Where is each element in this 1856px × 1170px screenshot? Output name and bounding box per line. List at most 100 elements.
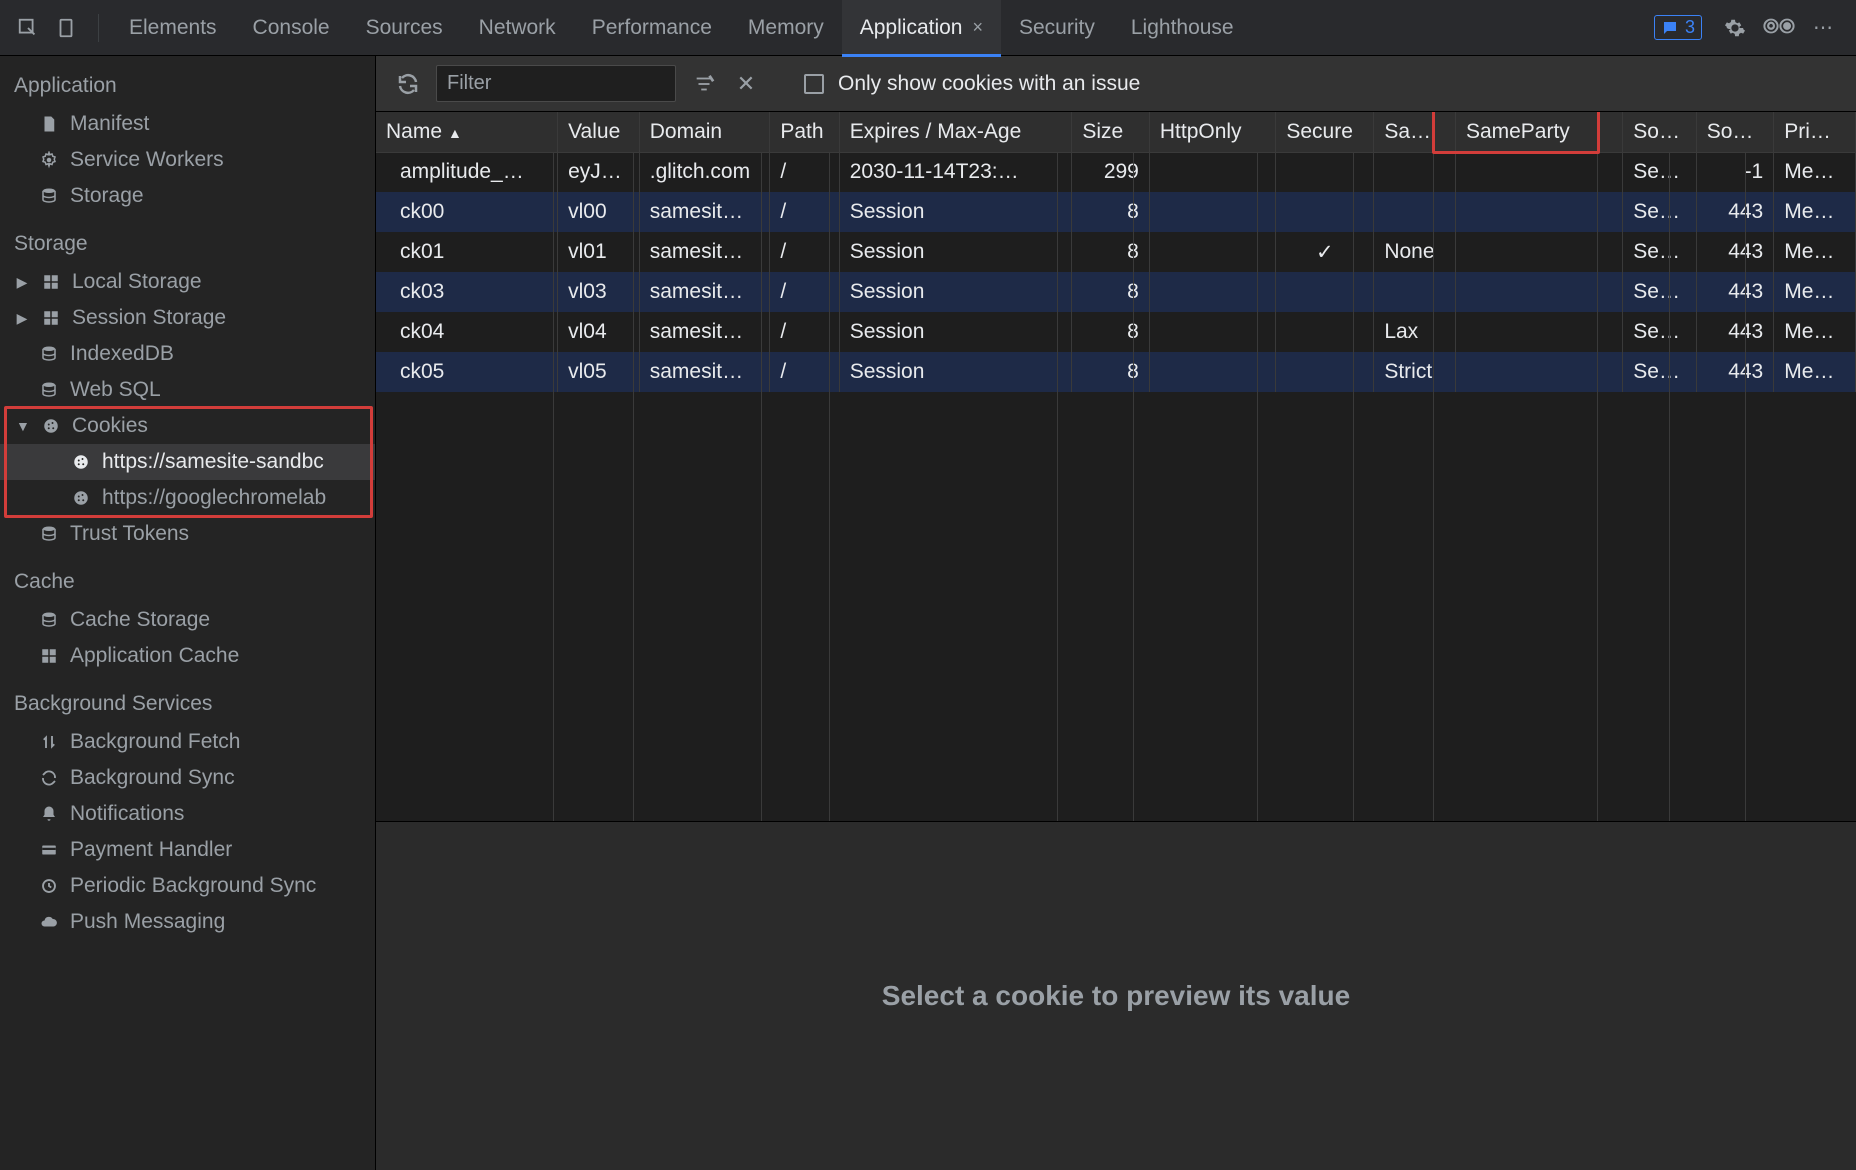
cell: Se… — [1623, 152, 1696, 192]
sidebar-item-payment-handler[interactable]: Payment Handler — [0, 832, 375, 868]
sidebar-item-local-storage[interactable]: ▶Local Storage — [0, 264, 375, 300]
column-header-sameparty[interactable]: SameParty — [1455, 112, 1622, 152]
sidebar-item-label: https://googlechromelab — [102, 486, 326, 510]
doc-icon — [38, 115, 60, 133]
sidebar-item-indexeddb[interactable]: IndexedDB — [0, 336, 375, 372]
sidebar-item-web-sql[interactable]: Web SQL — [0, 372, 375, 408]
sidebar-item-periodic-background-sync[interactable]: Periodic Background Sync — [0, 868, 375, 904]
updown-icon — [38, 733, 60, 751]
sidebar-item-label: Notifications — [70, 802, 184, 826]
cell: 443 — [1696, 272, 1774, 312]
column-header-so-[interactable]: So… — [1696, 112, 1774, 152]
sidebar-item-session-storage[interactable]: ▶Session Storage — [0, 300, 375, 336]
cell: Me… — [1774, 232, 1856, 272]
column-divider — [1133, 152, 1134, 821]
cell: Lax — [1374, 312, 1456, 352]
tab-network[interactable]: Network — [461, 0, 574, 56]
table-row[interactable]: amplitude_…eyJ….glitch.com/2030-11-14T23… — [376, 152, 1856, 192]
sidebar-group-cache: Cache — [0, 552, 375, 602]
tab-sources[interactable]: Sources — [348, 0, 461, 56]
sidebar-item-service-workers[interactable]: Service Workers — [0, 142, 375, 178]
sidebar-item-notifications[interactable]: Notifications — [0, 796, 375, 832]
cell: 2030-11-14T23:… — [839, 152, 1072, 192]
sidebar-item-background-sync[interactable]: Background Sync — [0, 760, 375, 796]
tab-console[interactable]: Console — [235, 0, 348, 56]
sidebar-item-manifest[interactable]: Manifest — [0, 106, 375, 142]
tab-performance[interactable]: Performance — [574, 0, 730, 56]
sidebar-group-application: Application — [0, 56, 375, 106]
tab-lighthouse[interactable]: Lighthouse — [1113, 0, 1252, 56]
sidebar-item-application-cache[interactable]: Application Cache — [0, 638, 375, 674]
column-header-so-[interactable]: So… — [1623, 112, 1696, 152]
sidebar-item-trust-tokens[interactable]: Trust Tokens — [0, 516, 375, 552]
cookie-icon — [40, 417, 62, 435]
sidebar-item-label: Service Workers — [70, 148, 224, 172]
column-header-httponly[interactable]: HttpOnly — [1149, 112, 1276, 152]
tab-elements[interactable]: Elements — [111, 0, 235, 56]
cell: ck03 — [376, 272, 558, 312]
settings-icon[interactable] — [1722, 15, 1748, 41]
sidebar-item-https-samesite-sandbc[interactable]: https://samesite-sandbc — [0, 444, 375, 480]
sidebar-item-push-messaging[interactable]: Push Messaging — [0, 904, 375, 940]
cell: -1 — [1696, 152, 1774, 192]
sidebar-item-label: Background Sync — [70, 766, 235, 790]
tab-application[interactable]: Application× — [842, 0, 1001, 56]
sidebar-item-cookies[interactable]: ▼Cookies — [0, 408, 375, 444]
cell: Me… — [1774, 272, 1856, 312]
table-row[interactable]: ck01vl01samesit…/Session8✓NoneSe…443Me… — [376, 232, 1856, 272]
cell: ck00 — [376, 192, 558, 232]
cell: None — [1374, 232, 1456, 272]
separator — [98, 14, 99, 42]
column-divider — [1745, 152, 1746, 821]
cell — [1374, 272, 1456, 312]
sidebar-item-label: Web SQL — [70, 378, 161, 402]
sidebar-item-https-googlechromelab[interactable]: https://googlechromelab — [0, 480, 375, 516]
issues-badge[interactable]: 3 — [1654, 15, 1702, 40]
close-icon[interactable]: × — [972, 17, 983, 38]
table-row[interactable]: ck00vl00samesit…/Session8Se…443Me… — [376, 192, 1856, 232]
column-header-value[interactable]: Value — [558, 112, 640, 152]
bell-icon — [38, 805, 60, 823]
device-icon[interactable] — [50, 12, 82, 44]
grid-icon — [40, 273, 62, 291]
table-row[interactable]: ck03vl03samesit…/Session8Se…443Me… — [376, 272, 1856, 312]
column-header-size[interactable]: Size — [1072, 112, 1150, 152]
sidebar-item-label: Payment Handler — [70, 838, 232, 862]
column-header-secure[interactable]: Secure — [1276, 112, 1374, 152]
db-icon — [38, 611, 60, 629]
sidebar-item-cache-storage[interactable]: Cache Storage — [0, 602, 375, 638]
column-header-domain[interactable]: Domain — [639, 112, 770, 152]
inspect-icon[interactable] — [12, 12, 44, 44]
tab-memory[interactable]: Memory — [730, 0, 842, 56]
sidebar-item-label: IndexedDB — [70, 342, 174, 366]
refresh-icon[interactable] — [394, 70, 422, 98]
sidebar-item-background-fetch[interactable]: Background Fetch — [0, 724, 375, 760]
cookies-panel: ✕ Only show cookies with an issue Name▲V… — [376, 56, 1856, 1170]
column-header-name[interactable]: Name▲ — [376, 112, 558, 152]
clear-all-icon[interactable]: ✕ — [732, 70, 760, 98]
cell: Se… — [1623, 232, 1696, 272]
column-header-sa-[interactable]: Sa… — [1374, 112, 1456, 152]
column-header-expires-max-age[interactable]: Expires / Max-Age — [839, 112, 1072, 152]
column-header-pri-[interactable]: Pri… — [1774, 112, 1856, 152]
clear-filter-icon[interactable] — [690, 70, 718, 98]
column-divider — [1669, 152, 1670, 821]
cell: 443 — [1696, 352, 1774, 392]
db-icon — [38, 187, 60, 205]
more-icon[interactable]: ⋯ — [1810, 15, 1836, 41]
cell: 8 — [1072, 352, 1150, 392]
cookie-icon — [70, 489, 92, 507]
sync-icon — [38, 769, 60, 787]
only-issues-checkbox[interactable] — [804, 74, 824, 94]
table-row[interactable]: ck04vl04samesit…/Session8LaxSe…443Me… — [376, 312, 1856, 352]
sidebar-item-storage[interactable]: Storage — [0, 178, 375, 214]
experiments-icon[interactable]: ⦾⦿ — [1766, 15, 1792, 41]
only-issues-label: Only show cookies with an issue — [838, 72, 1140, 96]
tab-security[interactable]: Security — [1001, 0, 1113, 56]
cell: vl00 — [558, 192, 640, 232]
table-row[interactable]: ck05vl05samesit…/Session8StrictSe…443Me… — [376, 352, 1856, 392]
cell: amplitude_… — [376, 152, 558, 192]
filter-input[interactable] — [436, 65, 676, 102]
column-header-path[interactable]: Path — [770, 112, 839, 152]
sidebar-group-storage: Storage — [0, 214, 375, 264]
